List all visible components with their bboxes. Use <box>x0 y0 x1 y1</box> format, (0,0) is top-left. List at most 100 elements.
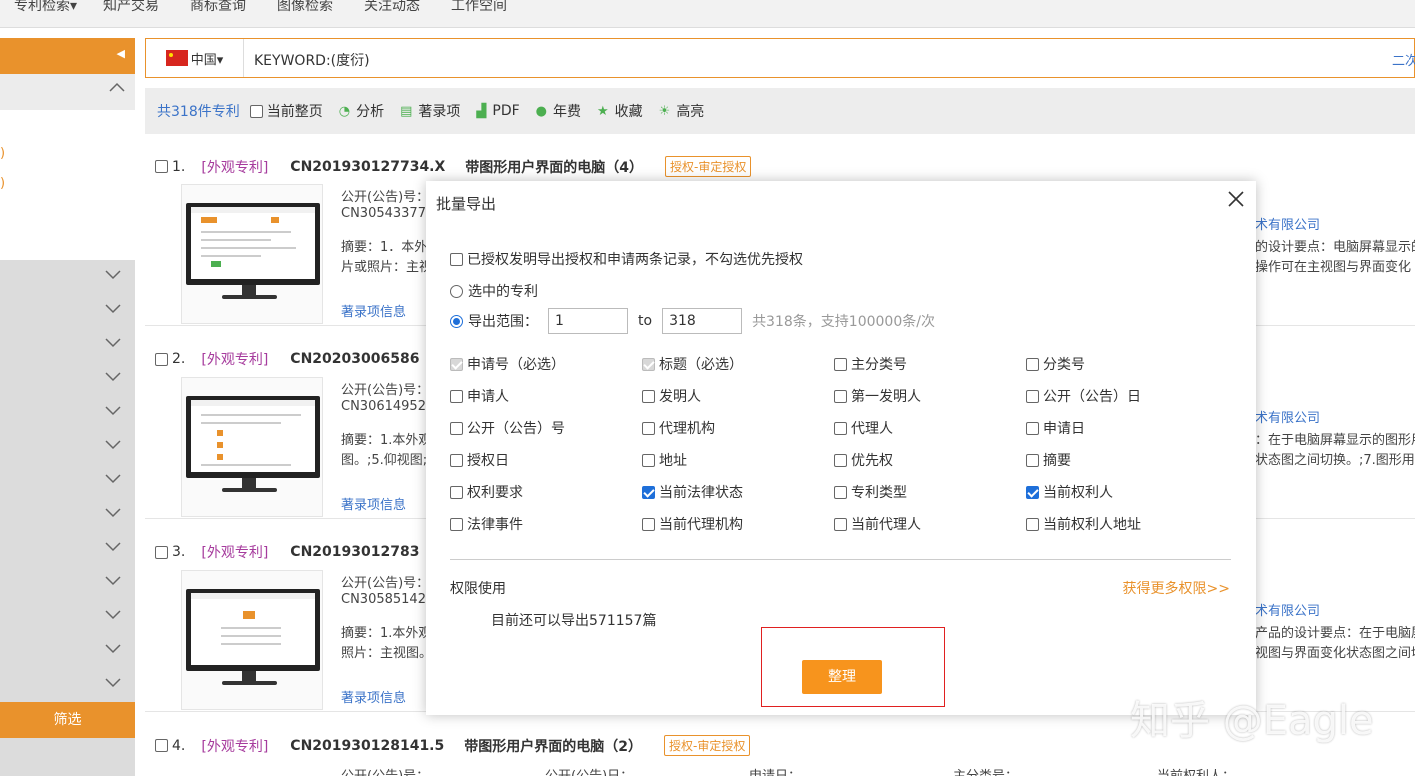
chevron-down-icon[interactable] <box>105 542 127 558</box>
patent-number[interactable]: CN20193012783 <box>290 544 419 560</box>
export-field[interactable]: 当前权利人地址 <box>1026 514 1141 534</box>
chevron-down-icon[interactable] <box>105 304 127 320</box>
export-field[interactable]: 代理人 <box>834 418 893 438</box>
checkbox-icon[interactable] <box>249 104 263 118</box>
chevron-down-icon[interactable] <box>105 474 127 490</box>
chevron-down-icon[interactable] <box>105 338 127 354</box>
chevron-down-icon[interactable] <box>105 406 127 422</box>
export-field[interactable]: 地址 <box>642 450 687 470</box>
checkbox-icon[interactable] <box>834 485 847 499</box>
nav-trademark[interactable]: 商标查询 <box>190 0 246 15</box>
chevron-down-icon[interactable] <box>105 576 127 592</box>
sidebar-header[interactable]: ◀ <box>0 38 135 74</box>
range-from-input[interactable]: 1 <box>548 308 628 334</box>
chevron-down-icon[interactable] <box>105 508 127 524</box>
annual-fee-button[interactable]: ● 年费 <box>536 101 581 121</box>
select-page-checkbox[interactable]: 当前整页 <box>249 101 323 121</box>
result-checkbox[interactable] <box>155 352 168 366</box>
export-field[interactable]: 法律事件 <box>450 514 523 534</box>
chevron-down-icon[interactable] <box>105 440 127 456</box>
chevron-down-icon[interactable] <box>105 644 127 660</box>
patent-title[interactable]: 带图形用户界面的电脑（2） <box>464 736 642 756</box>
export-field[interactable]: 第一发明人 <box>834 386 921 406</box>
result-checkbox[interactable] <box>155 545 168 559</box>
checkbox-icon[interactable] <box>642 421 655 435</box>
checkbox-icon[interactable] <box>450 252 463 266</box>
export-field[interactable]: 授权日 <box>450 450 509 470</box>
country-select[interactable]: 中国▾ <box>146 39 244 77</box>
bib-info-link[interactable]: 著录项信息 <box>341 687 406 706</box>
export-field[interactable]: 权利要求 <box>450 482 523 502</box>
filter-button[interactable]: 筛选 <box>0 702 135 738</box>
patent-number[interactable]: CN201930127734.X <box>290 159 445 175</box>
applicant-link[interactable]: 术有限公司 <box>1255 214 1320 233</box>
bib-info-link[interactable]: 著录项信息 <box>341 301 406 320</box>
range-to-input[interactable]: 318 <box>662 308 743 334</box>
export-field[interactable]: 当前代理人 <box>834 514 921 534</box>
patent-title[interactable]: 带图形用户界面的电脑（4） <box>465 157 643 177</box>
nav-follow[interactable]: 关注动态 <box>364 0 420 15</box>
checkbox-icon[interactable] <box>642 485 655 499</box>
export-field[interactable]: 优先权 <box>834 450 893 470</box>
filter-count[interactable]: ) <box>0 146 5 161</box>
chevron-down-icon[interactable] <box>105 678 127 694</box>
checkbox-icon[interactable] <box>450 517 463 531</box>
radio-icon[interactable] <box>450 314 463 328</box>
checkbox-icon[interactable] <box>1026 453 1039 467</box>
radio-selected[interactable]: 选中的专利 <box>450 281 538 301</box>
export-field[interactable]: 当前权利人 <box>1026 482 1113 502</box>
bib-info-link[interactable]: 著录项信息 <box>341 494 406 513</box>
export-field[interactable]: 申请人 <box>450 386 509 406</box>
result-checkbox[interactable] <box>155 160 168 173</box>
result-checkbox[interactable] <box>155 739 168 752</box>
checkbox-icon[interactable] <box>1026 389 1039 403</box>
export-field[interactable]: 公开（公告）号 <box>450 418 565 438</box>
checkbox-icon[interactable] <box>450 485 463 499</box>
collapse-arrow-icon[interactable]: ◀ <box>117 47 125 60</box>
nav-ip-trade[interactable]: 知产交易 <box>103 0 159 15</box>
checkbox-icon[interactable] <box>450 389 463 403</box>
second-search-link[interactable]: 二次 <box>1392 50 1415 69</box>
export-field[interactable]: 摘要 <box>1026 450 1071 470</box>
nav-workspace[interactable]: 工作空间 <box>451 0 507 15</box>
filter-count[interactable]: ) <box>0 176 5 191</box>
confirm-button[interactable]: 整理 <box>802 660 882 694</box>
checkbox-icon[interactable] <box>642 389 655 403</box>
favorite-button[interactable]: ★ 收藏 <box>597 101 643 121</box>
analyze-button[interactable]: ◔ 分析 <box>339 101 384 121</box>
sidebar-section[interactable] <box>0 74 135 110</box>
nav-patent-search[interactable]: 专利检索▾ <box>14 0 77 15</box>
patent-thumbnail[interactable] <box>181 570 323 710</box>
option-both-records[interactable]: 已授权发明导出授权和申请两条记录，不勾选优先授权 <box>450 249 803 269</box>
checkbox-icon[interactable] <box>834 453 847 467</box>
highlight-button[interactable]: ☀ 高亮 <box>659 101 705 121</box>
checkbox-icon[interactable] <box>642 453 655 467</box>
patent-number[interactable]: CN20203006586 <box>290 351 419 367</box>
radio-icon[interactable] <box>450 284 463 298</box>
export-field[interactable]: 代理机构 <box>642 418 715 438</box>
pdf-button[interactable]: ▟ PDF <box>476 103 519 119</box>
bib-button[interactable]: ▤ 著录项 <box>400 101 460 121</box>
export-field[interactable]: 专利类型 <box>834 482 907 502</box>
export-field[interactable]: 当前代理机构 <box>642 514 743 534</box>
export-field[interactable]: 发明人 <box>642 386 701 406</box>
search-input[interactable]: KEYWORD:(度衍) <box>254 50 370 70</box>
export-field[interactable]: 申请日 <box>1026 418 1085 438</box>
nav-image-search[interactable]: 图像检索 <box>277 0 333 15</box>
export-field[interactable]: 主分类号 <box>834 354 907 374</box>
close-icon[interactable] <box>1226 189 1246 209</box>
checkbox-icon[interactable] <box>450 453 463 467</box>
patent-number[interactable]: CN201930128141.5 <box>290 738 444 754</box>
checkbox-icon[interactable] <box>834 357 847 371</box>
checkbox-icon[interactable] <box>1026 421 1039 435</box>
chevron-down-icon[interactable] <box>105 610 127 626</box>
checkbox-icon[interactable] <box>450 421 463 435</box>
patent-thumbnail[interactable] <box>181 184 323 324</box>
checkbox-icon[interactable] <box>1026 517 1039 531</box>
checkbox-icon[interactable] <box>1026 485 1039 499</box>
applicant-link[interactable]: 术有限公司 <box>1255 407 1320 426</box>
chevron-up-icon[interactable] <box>109 80 125 96</box>
radio-range[interactable]: 导出范围： 1 to 318 共318条，支持100000条/次 <box>450 308 935 334</box>
more-permission-link[interactable]: 获得更多权限>> <box>1123 578 1230 598</box>
applicant-link[interactable]: 术有限公司 <box>1255 600 1320 619</box>
